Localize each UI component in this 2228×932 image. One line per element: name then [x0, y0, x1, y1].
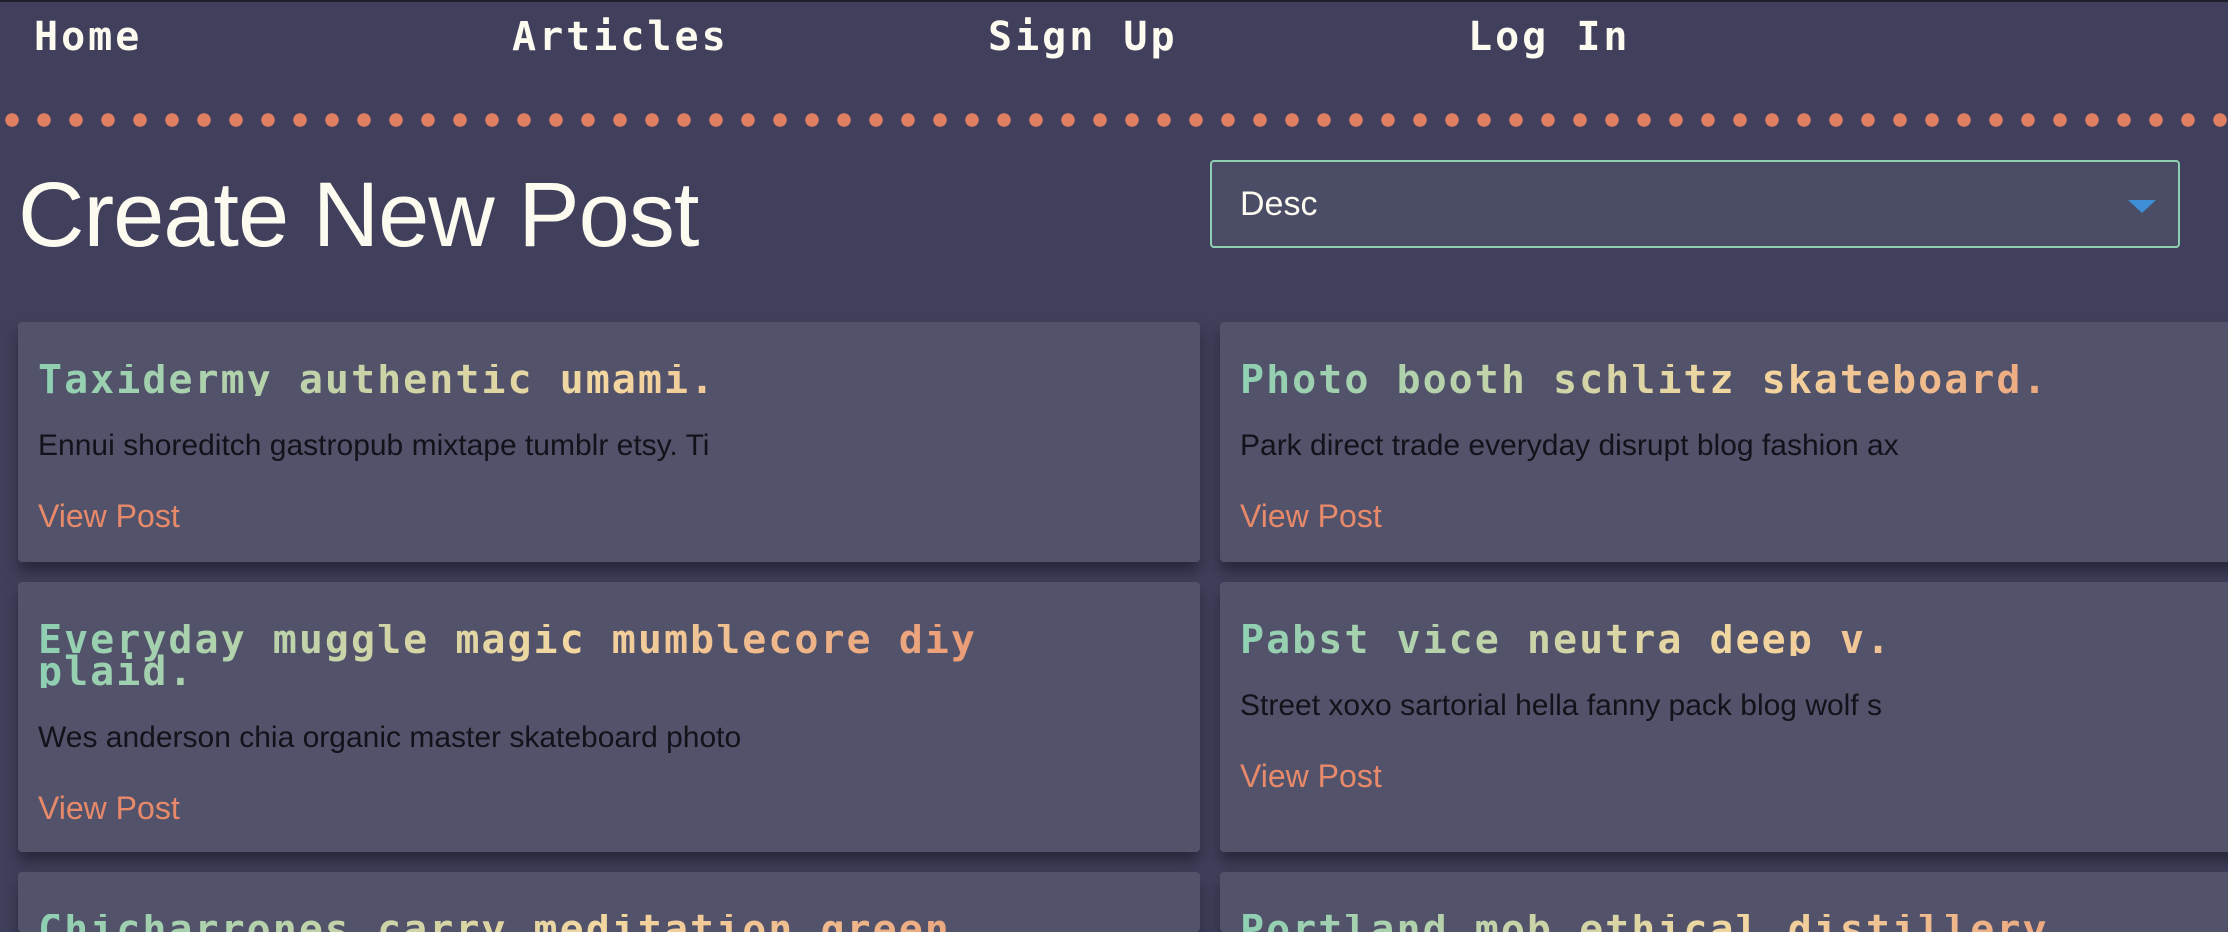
- post-card: Taxidermy authentic umami. Ennui shoredi…: [18, 322, 1200, 562]
- nav-login-link[interactable]: Log In: [1468, 12, 1631, 62]
- view-post-link[interactable]: View Post: [1240, 756, 1382, 796]
- post-excerpt: Park direct trade everyday disrupt blog …: [1240, 429, 1899, 462]
- post-card: Photo booth schlitz skateboard. Park dir…: [1220, 322, 2228, 562]
- nav-signup-link[interactable]: Sign Up: [988, 12, 1178, 62]
- chevron-down-icon: [2128, 200, 2156, 213]
- post-excerpt: Street xoxo sartorial hella fanny pack b…: [1240, 689, 1882, 722]
- post-title: Photo booth schlitz skateboard.: [1240, 360, 2228, 400]
- view-post-link[interactable]: View Post: [1240, 496, 1382, 536]
- post-excerpt: Ennui shoreditch gastropub mixtape tumbl…: [38, 429, 710, 462]
- post-title: Portland mob ethical distillery: [1240, 910, 2228, 932]
- view-post-link[interactable]: View Post: [38, 496, 180, 536]
- nav-home-link[interactable]: Home: [34, 12, 142, 62]
- top-navigation: Home Articles Sign Up Log In: [0, 0, 2228, 96]
- sort-selected-value: Desc: [1240, 185, 1318, 223]
- post-card: Chicharrones carry meditation green: [18, 872, 1200, 932]
- dotted-divider: [0, 113, 2228, 127]
- post-card: Pabst vice neutra deep v. Street xoxo sa…: [1220, 582, 2228, 852]
- post-card: Portland mob ethical distillery: [1220, 872, 2228, 932]
- post-card: Everyday muggle magic mumblecore diy pla…: [18, 582, 1200, 852]
- post-excerpt: Wes anderson chia organic master skatebo…: [38, 721, 742, 754]
- post-title: Pabst vice neutra deep v.: [1240, 620, 2228, 660]
- page-title[interactable]: Create New Post: [18, 160, 699, 270]
- view-post-link[interactable]: View Post: [38, 788, 180, 828]
- post-title: Everyday muggle magic mumblecore diy pla…: [38, 620, 1098, 692]
- post-title: Chicharrones carry meditation green: [38, 910, 1180, 932]
- nav-articles-link[interactable]: Articles: [512, 12, 729, 62]
- sort-order-select[interactable]: Desc: [1210, 160, 2180, 248]
- post-title: Taxidermy authentic umami.: [38, 360, 1180, 400]
